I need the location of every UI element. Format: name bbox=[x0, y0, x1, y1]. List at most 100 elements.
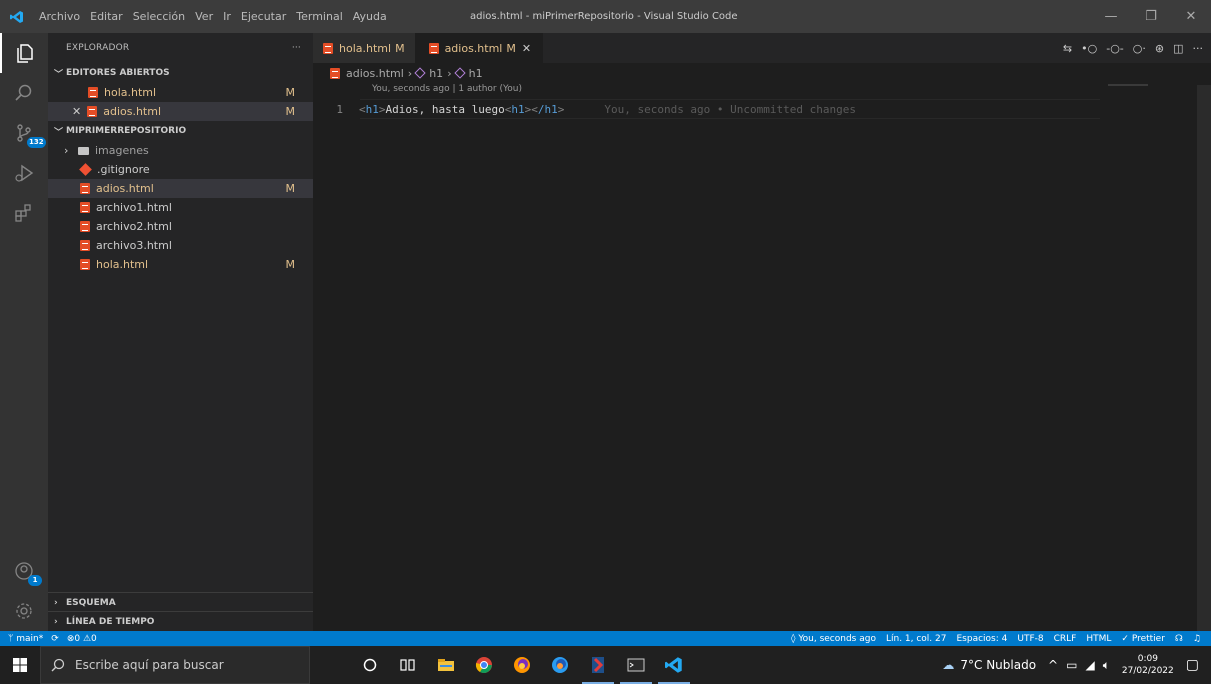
line-ending[interactable]: CRLF bbox=[1054, 634, 1077, 644]
tab-status: M bbox=[395, 41, 405, 55]
compare-changes-icon[interactable]: ⇆ bbox=[1063, 42, 1072, 55]
modified-status: M bbox=[285, 105, 296, 118]
timeline-icon[interactable]: ⊛ bbox=[1155, 42, 1164, 55]
language-mode[interactable]: HTML bbox=[1086, 634, 1111, 644]
file-name: archivo3.html bbox=[96, 239, 172, 252]
accounts-badge: 1 bbox=[28, 575, 42, 586]
explorer-sidebar: EXPLORADOR ··· ﹀ EDITORES ABIERTOS hola.… bbox=[48, 33, 313, 631]
tab-close-icon[interactable]: ✕ bbox=[522, 42, 531, 55]
html-file-icon bbox=[330, 67, 340, 79]
encoding[interactable]: UTF-8 bbox=[1017, 634, 1043, 644]
folder-icon bbox=[78, 146, 89, 155]
settings-gear-icon[interactable] bbox=[0, 591, 48, 631]
file-item[interactable]: archivo1.html bbox=[48, 198, 313, 217]
more-actions-icon[interactable]: ··· bbox=[1193, 42, 1204, 55]
volume-icon[interactable]: 🔈︎ bbox=[1103, 658, 1110, 673]
notification-center-icon[interactable]: ▢ bbox=[1186, 657, 1199, 673]
git-blame-status[interactable]: ◊ You, seconds ago bbox=[791, 634, 876, 644]
more-actions-icon[interactable]: ··· bbox=[292, 43, 301, 53]
source-control-icon[interactable]: 132 bbox=[0, 113, 48, 153]
minimap[interactable] bbox=[1108, 84, 1148, 86]
menu-seleccion[interactable]: Selección bbox=[128, 10, 190, 23]
file-item[interactable]: adios.html M bbox=[48, 179, 313, 198]
windows-start-icon[interactable] bbox=[0, 646, 40, 684]
close-button[interactable]: ✕ bbox=[1171, 0, 1211, 33]
modified-status: M bbox=[285, 86, 296, 99]
indentation[interactable]: Espacios: 4 bbox=[957, 634, 1008, 644]
tab-hola[interactable]: hola.html M bbox=[313, 33, 415, 63]
open-editor-item[interactable]: ✕ adios.html M bbox=[48, 102, 313, 121]
restore-button[interactable]: ❐ bbox=[1131, 0, 1171, 33]
task-view-icon[interactable] bbox=[398, 655, 418, 675]
taskbar-apps bbox=[360, 655, 690, 684]
firefox-developer-icon[interactable] bbox=[550, 655, 570, 675]
menu-editar[interactable]: Editar bbox=[85, 10, 128, 23]
minimize-button[interactable]: — bbox=[1091, 0, 1131, 33]
modified-status: M bbox=[285, 258, 296, 271]
editor-scrollbar[interactable] bbox=[1197, 85, 1211, 631]
search-icon[interactable] bbox=[0, 73, 48, 113]
outline-section[interactable]: › ESQUEMA bbox=[48, 592, 313, 612]
open-editor-item[interactable]: hola.html M bbox=[48, 83, 313, 102]
file-item[interactable]: archivo3.html bbox=[48, 236, 313, 255]
html-file-icon bbox=[80, 202, 90, 213]
split-editor-icon[interactable]: ◫ bbox=[1173, 42, 1183, 55]
breadcrumb-symbol[interactable]: h1 bbox=[429, 67, 443, 80]
sync-icon[interactable]: ⟳ bbox=[51, 634, 59, 644]
chevron-up-icon[interactable]: ^ bbox=[1048, 658, 1058, 672]
timeline-section[interactable]: › LÍNEA DE TIEMPO bbox=[48, 611, 313, 631]
wifi-icon[interactable]: ◢ bbox=[1085, 658, 1094, 672]
file-explorer-icon[interactable] bbox=[436, 655, 456, 675]
menu-ayuda[interactable]: Ayuda bbox=[348, 10, 392, 23]
menu-ver[interactable]: Ver bbox=[190, 10, 218, 23]
chrome-icon[interactable] bbox=[474, 655, 494, 675]
go-next-icon[interactable]: ○· bbox=[1133, 42, 1146, 55]
problems-indicator[interactable]: ⊗0 ⚠0 bbox=[67, 634, 97, 644]
modified-status: M bbox=[285, 182, 296, 195]
extensions-icon[interactable] bbox=[0, 193, 48, 233]
terminal-icon[interactable] bbox=[620, 655, 652, 684]
repo-section[interactable]: ﹀ MIPRIMERREPOSITORIO bbox=[48, 121, 313, 141]
open-editors-section[interactable]: ﹀ EDITORES ABIERTOS bbox=[48, 63, 313, 83]
accounts-icon[interactable]: 1 bbox=[0, 551, 48, 591]
battery-icon[interactable]: ▭ bbox=[1066, 658, 1077, 672]
explorer-icon[interactable] bbox=[0, 33, 48, 73]
breadcrumb-file[interactable]: adios.html bbox=[346, 67, 404, 80]
run-debug-icon[interactable] bbox=[0, 153, 48, 193]
tab-label: adios.html bbox=[444, 41, 503, 55]
menu-ejecutar[interactable]: Ejecutar bbox=[236, 10, 291, 23]
folder-item[interactable]: › imagenes bbox=[48, 141, 313, 160]
file-item[interactable]: archivo2.html bbox=[48, 217, 313, 236]
menu-terminal[interactable]: Terminal bbox=[291, 10, 348, 23]
taskbar-search[interactable]: Escribe aquí para buscar bbox=[40, 646, 310, 684]
git-file-icon bbox=[79, 163, 92, 176]
go-back-icon[interactable]: •○ bbox=[1081, 42, 1097, 55]
file-item[interactable]: .gitignore bbox=[48, 160, 313, 179]
cursor-position[interactable]: Lín. 1, col. 27 bbox=[886, 634, 947, 644]
weather-widget[interactable]: 7°C Nublado bbox=[960, 658, 1036, 672]
tab-adios[interactable]: adios.html M ✕ bbox=[414, 33, 544, 63]
menu-archivo[interactable]: Archivo bbox=[34, 10, 85, 23]
firefox-icon[interactable] bbox=[512, 655, 532, 675]
feedback-icon[interactable]: ☊ bbox=[1175, 634, 1183, 644]
close-editor-icon[interactable]: ✕ bbox=[72, 105, 81, 118]
html-file-icon bbox=[428, 42, 439, 54]
codelens-blame[interactable]: You, seconds ago | 1 author (You) bbox=[372, 84, 522, 94]
breadcrumb-symbol[interactable]: h1 bbox=[469, 67, 483, 80]
window-controls: — ❐ ✕ bbox=[1091, 0, 1211, 33]
explorer-header: EXPLORADOR ··· bbox=[48, 33, 313, 63]
git-kraken-icon[interactable] bbox=[582, 655, 614, 684]
go-forward-icon[interactable]: -○- bbox=[1106, 42, 1124, 55]
search-icon bbox=[51, 658, 65, 672]
notifications-icon[interactable]: ♫ bbox=[1193, 634, 1201, 644]
branch-indicator[interactable]: ᛘ main* bbox=[8, 634, 43, 644]
chevron-right-icon: › bbox=[407, 66, 413, 80]
menu-ir[interactable]: Ir bbox=[218, 10, 236, 23]
clock[interactable]: 0:09 27/02/2022 bbox=[1122, 653, 1174, 677]
cortana-icon[interactable] bbox=[360, 655, 380, 675]
file-item[interactable]: hola.html M bbox=[48, 255, 313, 274]
file-name: .gitignore bbox=[97, 163, 150, 176]
prettier-status[interactable]: ✓ Prettier bbox=[1121, 634, 1165, 644]
vscode-taskbar-icon[interactable] bbox=[658, 655, 690, 684]
code-line[interactable]: 1 < h1 > Adios, hasta luego < h1 > </h1 > You, s… bbox=[313, 99, 1103, 119]
